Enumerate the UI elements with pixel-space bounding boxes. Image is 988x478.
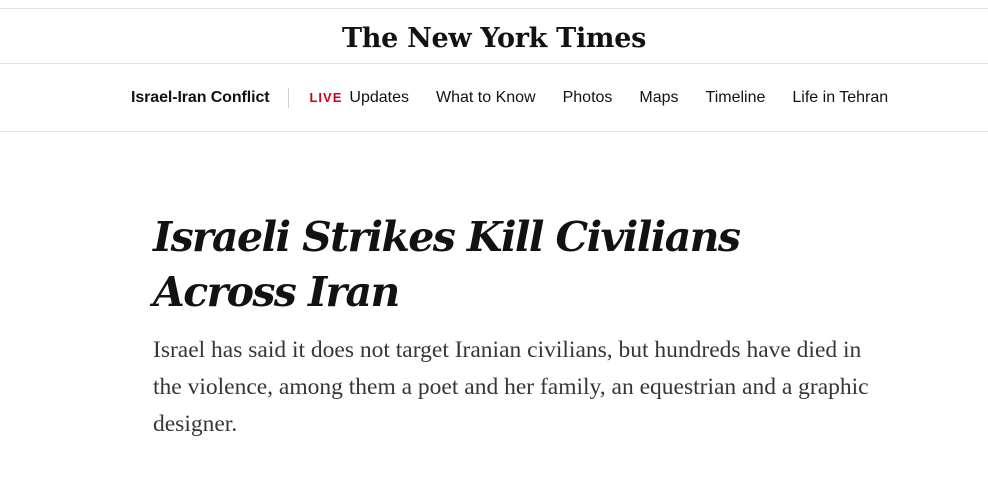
- top-divider: [0, 8, 988, 9]
- nav-link-live-updates[interactable]: LIVE Updates: [309, 89, 409, 107]
- article-summary: Israel has said it does not target Irani…: [153, 337, 869, 437]
- article-headline: Israeli Strikes Kill Civilians Across Ir…: [153, 213, 741, 316]
- subnav-items: Israel-Iran Conflict LIVE Updates What to…: [131, 64, 888, 131]
- subnav-divider-bottom: [0, 131, 988, 132]
- nav-link-photos[interactable]: Photos: [563, 89, 613, 107]
- subnav-divider: [288, 87, 290, 108]
- nav-link-what-to-know[interactable]: What to Know: [436, 89, 536, 107]
- section-title-link[interactable]: Israel-Iran Conflict: [131, 89, 270, 107]
- section-subnav: Israel-Iran Conflict LIVE Updates What to…: [0, 64, 988, 131]
- live-badge: LIVE: [309, 89, 343, 105]
- article-header: Israeli Strikes Kill Civilians Across Ir…: [153, 210, 883, 443]
- nav-link-maps[interactable]: Maps: [639, 89, 678, 107]
- nav-link-life-in-tehran[interactable]: Life in Tehran: [792, 89, 888, 107]
- nav-link-updates-label: Updates: [349, 88, 409, 106]
- nyt-logo[interactable]: The New York Times: [342, 23, 646, 54]
- nav-link-timeline[interactable]: Timeline: [706, 89, 766, 107]
- masthead: The New York Times: [0, 14, 988, 62]
